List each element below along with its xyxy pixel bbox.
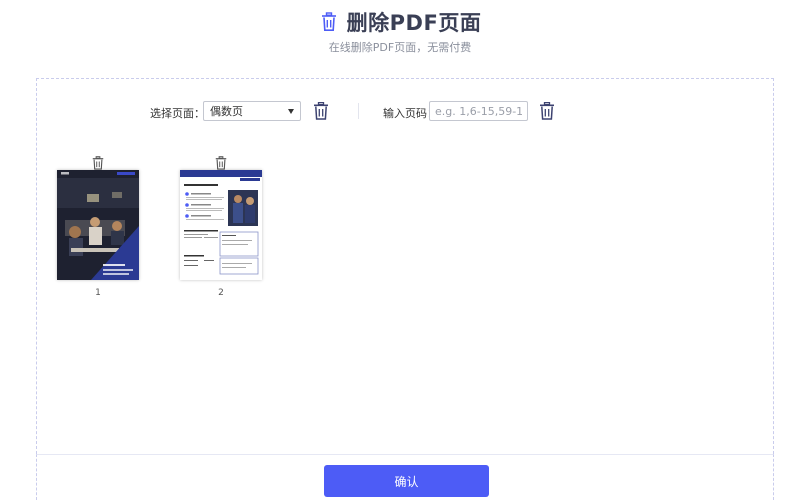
title-row: 删除PDF页面	[0, 4, 800, 40]
page-thumbnail[interactable]	[57, 170, 139, 280]
confirm-button[interactable]: 确认	[324, 465, 489, 497]
trash-icon	[215, 156, 227, 170]
page-select-value: 偶数页	[210, 105, 243, 118]
page-header: 删除PDF页面 在线删除PDF页面，无需付费	[0, 0, 800, 70]
delete-range-button[interactable]	[539, 102, 555, 120]
controls-divider	[358, 103, 359, 119]
select-pages-label: 选择页面：	[150, 107, 205, 120]
delete-selected-pages-button[interactable]	[313, 102, 329, 120]
page-subtitle: 在线删除PDF页面，无需付费	[328, 41, 472, 54]
footer-bar: 确认	[36, 454, 774, 500]
delete-page-button[interactable]	[92, 155, 104, 170]
page-preview-image	[180, 170, 262, 280]
page-preview-image	[57, 170, 139, 280]
trash-icon	[314, 102, 328, 120]
trash-icon	[540, 102, 554, 120]
page-title: 删除PDF页面	[346, 11, 482, 35]
trash-icon	[319, 12, 339, 32]
page-range-input[interactable]	[429, 101, 528, 121]
page-number: 2	[218, 288, 224, 298]
caret-down-icon	[288, 108, 294, 114]
trash-icon	[92, 156, 104, 170]
page-thumbnail[interactable]	[180, 170, 262, 280]
controls-row: 选择页面： 偶数页 输入页码：	[37, 101, 775, 125]
page-number: 1	[95, 288, 101, 298]
page-select-dropdown[interactable]: 偶数页	[203, 101, 301, 121]
delete-panel: 选择页面： 偶数页 输入页码： e.g. 1,6-15,59-100 1 2	[36, 78, 774, 454]
delete-page-button[interactable]	[215, 155, 227, 170]
